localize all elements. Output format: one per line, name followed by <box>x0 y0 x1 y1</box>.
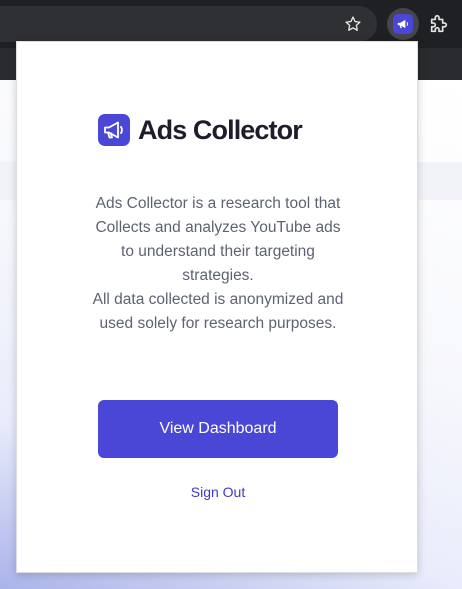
description-purpose: Ads Collector is a research tool that Co… <box>95 195 341 284</box>
description: Ads Collector is a research tool that Co… <box>87 192 349 336</box>
sign-out-link[interactable]: Sign Out <box>158 484 278 500</box>
extensions-puzzle-icon[interactable] <box>426 11 452 37</box>
bookmark-star-icon[interactable] <box>341 12 365 36</box>
ads-collector-extension-button[interactable] <box>387 8 419 40</box>
brand: Ads Collector <box>98 114 303 146</box>
megaphone-icon <box>98 114 130 146</box>
description-privacy: All data collected is anonymized and use… <box>92 291 344 332</box>
megaphone-icon <box>393 14 413 34</box>
address-bar[interactable] <box>0 6 377 42</box>
view-dashboard-button[interactable]: View Dashboard <box>98 400 338 458</box>
extension-popup: Ads Collector Ads Collector is a researc… <box>16 41 418 573</box>
brand-name: Ads Collector <box>138 114 303 145</box>
